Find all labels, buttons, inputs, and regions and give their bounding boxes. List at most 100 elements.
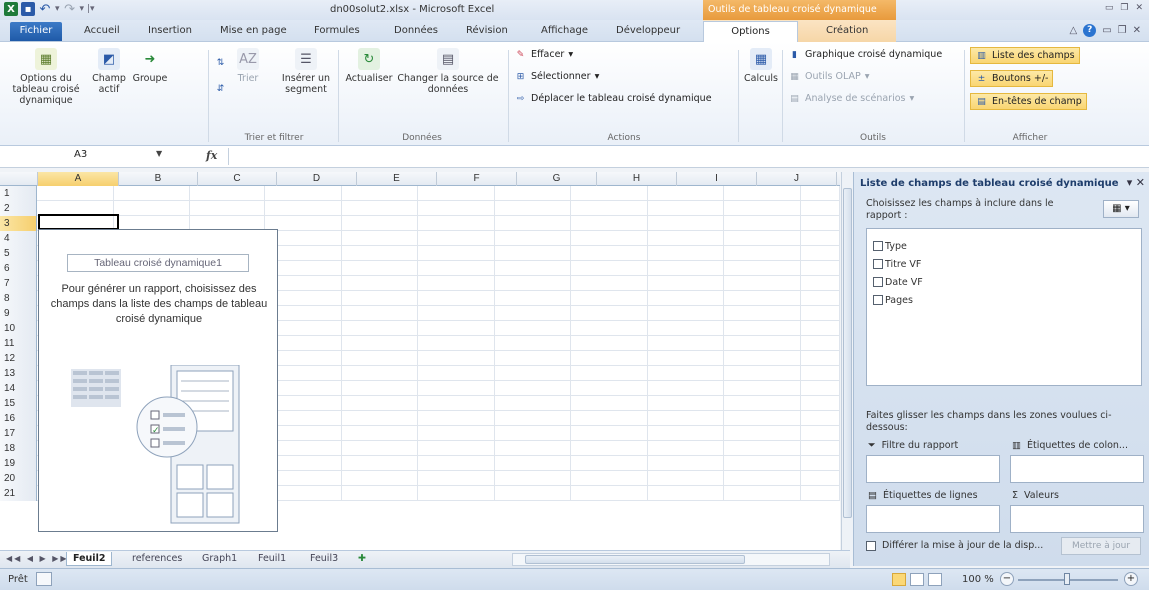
grid-cell[interactable] <box>648 291 725 306</box>
min-window-icon[interactable]: ▭ <box>1102 25 1111 36</box>
vertical-scroll-thumb[interactable] <box>843 188 852 518</box>
sheet-tab-references[interactable]: references <box>126 552 188 565</box>
row-labels-zone[interactable] <box>866 505 1000 533</box>
grid-cell[interactable] <box>571 321 648 336</box>
row-header[interactable]: 20 <box>0 471 37 486</box>
save-icon[interactable]: ▪ <box>21 2 35 16</box>
row-header[interactable]: 7 <box>0 276 37 291</box>
checkbox-icon[interactable] <box>873 295 883 305</box>
grid-cell[interactable] <box>495 381 572 396</box>
report-filter-zone[interactable] <box>866 455 1000 483</box>
sort-za-icon[interactable]: ⇵ <box>214 82 227 95</box>
tab-formules[interactable]: Formules <box>314 25 360 36</box>
row-header[interactable]: 12 <box>0 351 37 366</box>
whatif-button[interactable]: ▤ Analyse de scénarios ▾ <box>788 92 914 105</box>
field-item[interactable]: Pages <box>873 291 1135 309</box>
checkbox-icon[interactable] <box>873 241 883 251</box>
row-header[interactable]: 8 <box>0 291 37 306</box>
minimize-ribbon-icon[interactable]: △ <box>1069 25 1077 36</box>
row-header[interactable]: 18 <box>0 441 37 456</box>
checkbox-icon[interactable] <box>873 277 883 287</box>
column-header[interactable]: G <box>517 172 597 186</box>
grid-cell[interactable] <box>495 231 572 246</box>
pane-layout-button[interactable]: ▦ ▾ <box>1103 200 1139 218</box>
active-cell-a3[interactable] <box>38 214 119 230</box>
row-header[interactable]: 4 <box>0 231 37 246</box>
grid-cell[interactable] <box>801 216 840 231</box>
grid-cell[interactable] <box>801 396 840 411</box>
page-layout-view-icon[interactable] <box>910 573 924 586</box>
sort-az-icon[interactable]: ⇅ <box>214 56 227 69</box>
grid-cell[interactable] <box>571 231 648 246</box>
grid-cell[interactable] <box>495 426 572 441</box>
grid-cell[interactable] <box>648 201 725 216</box>
grid-cell[interactable] <box>418 201 495 216</box>
grid-cell[interactable] <box>801 276 840 291</box>
tab-mise-en-page[interactable]: Mise en page <box>220 25 287 36</box>
grid-cell[interactable] <box>648 426 725 441</box>
row-header[interactable]: 5 <box>0 246 37 261</box>
grid-cell[interactable] <box>418 396 495 411</box>
grid-cell[interactable] <box>342 201 419 216</box>
zoom-level[interactable]: 100 % <box>962 574 994 585</box>
grid-cell[interactable] <box>342 351 419 366</box>
grid-cell[interactable] <box>342 411 419 426</box>
grid-cell[interactable] <box>571 336 648 351</box>
grid-cell[interactable] <box>342 366 419 381</box>
grid-cell[interactable] <box>724 291 801 306</box>
field-list-toggle[interactable]: ▥ Liste des champs <box>970 47 1080 64</box>
insert-function-icon[interactable]: fx <box>206 149 217 162</box>
grid-cell[interactable] <box>418 471 495 486</box>
grid-cell[interactable] <box>342 261 419 276</box>
insert-sheet-icon[interactable]: ✚ <box>352 552 372 565</box>
grid-cell[interactable] <box>495 351 572 366</box>
grid-cell[interactable] <box>190 186 266 201</box>
grid-cell[interactable] <box>418 336 495 351</box>
values-zone[interactable] <box>1010 505 1144 533</box>
grid-cell[interactable] <box>724 186 801 201</box>
checkbox-icon[interactable] <box>873 259 883 269</box>
select-button[interactable]: ⊞ Sélectionner ▾ <box>514 70 600 83</box>
excel-logo-icon[interactable]: X <box>4 2 18 16</box>
grid-cell[interactable] <box>724 351 801 366</box>
olap-tools-button[interactable]: ▦ Outils OLAP ▾ <box>788 70 869 83</box>
grid-cell[interactable] <box>648 186 725 201</box>
grid-cell[interactable] <box>724 306 801 321</box>
grid-cell[interactable] <box>801 261 840 276</box>
grid-cell[interactable] <box>801 426 840 441</box>
grid-cell[interactable] <box>342 336 419 351</box>
grid-cell[interactable] <box>648 306 725 321</box>
row-header[interactable]: 16 <box>0 411 37 426</box>
grid-cell[interactable] <box>801 321 840 336</box>
grid-cell[interactable] <box>418 366 495 381</box>
column-header[interactable]: J <box>757 172 837 186</box>
grid-cell[interactable] <box>648 261 725 276</box>
row-header[interactable]: 21 <box>0 486 37 501</box>
grid-cell[interactable] <box>801 456 840 471</box>
grid-cell[interactable] <box>342 396 419 411</box>
grid-cell[interactable] <box>495 411 572 426</box>
grid-cell[interactable] <box>724 366 801 381</box>
grid-cell[interactable] <box>495 246 572 261</box>
column-header[interactable]: I <box>677 172 757 186</box>
refresh-button[interactable]: ↻ Actualiser <box>342 48 396 84</box>
normal-view-icon[interactable] <box>892 573 906 586</box>
grid-cell[interactable] <box>648 471 725 486</box>
grid-cell[interactable] <box>114 201 190 216</box>
move-pivot-button[interactable]: ⇨ Déplacer le tableau croisé dynamique <box>514 92 712 105</box>
grid-cell[interactable] <box>342 186 419 201</box>
grid-cell[interactable] <box>571 306 648 321</box>
horizontal-scrollbar[interactable] <box>512 553 830 566</box>
grid-cell[interactable] <box>37 186 115 201</box>
row-header[interactable]: 14 <box>0 381 37 396</box>
grid-cell[interactable] <box>801 186 840 201</box>
grid-cell[interactable] <box>724 426 801 441</box>
grid-cell[interactable] <box>724 381 801 396</box>
pivot-options-button[interactable]: ▦ Options du tableau croisé dynamique <box>4 48 88 106</box>
grid-cell[interactable] <box>495 306 572 321</box>
grid-cell[interactable] <box>495 261 572 276</box>
page-break-view-icon[interactable] <box>928 573 942 586</box>
grid-cell[interactable] <box>724 411 801 426</box>
grid-cell[interactable] <box>418 306 495 321</box>
grid-cell[interactable] <box>801 366 840 381</box>
